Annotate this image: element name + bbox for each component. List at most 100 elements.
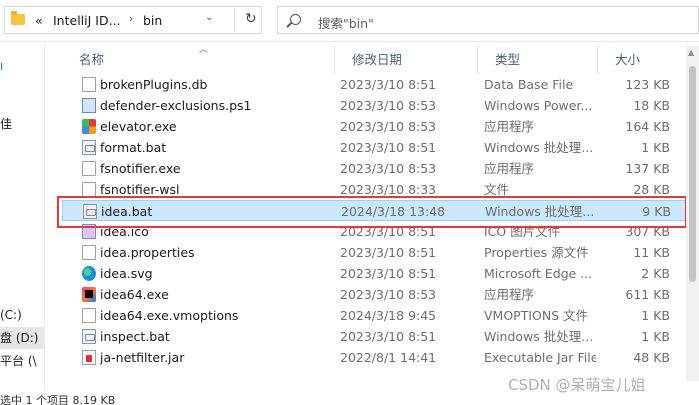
file-row[interactable]: format.bat 2023/3/10 8:51 Windows 批处理... 1 … (62, 137, 687, 158)
file-size: 2 KB (641, 266, 670, 281)
image-file-icon (82, 224, 96, 239)
file-type: 文件 (484, 182, 510, 197)
file-row[interactable]: inspect.bat 2023/3/10 8:51 Windows 批处理... 1… (62, 326, 687, 347)
file-size: 1 KB (641, 140, 670, 155)
file-date: 2023/3/10 8:51 (340, 224, 437, 239)
file-size: 137 KB (625, 161, 670, 176)
scrollbar-thumb[interactable] (689, 66, 696, 282)
file-date: 2023/3/10 8:53 (340, 98, 437, 113)
file-row[interactable]: ja-netfilter.jar 2022/8/1 14:41 Executable… (62, 347, 687, 368)
refresh-icon[interactable]: ↻ (245, 11, 257, 27)
file-row[interactable]: idea.ico 2023/3/10 8:51 ICO 图片文件 307 KB (62, 221, 687, 242)
file-name: idea.bat (101, 204, 153, 219)
file-name: elevator.exe (100, 119, 177, 134)
breadcrumb-overflow[interactable]: « (35, 13, 43, 28)
file-date: 2023/3/10 8:33 (340, 182, 437, 197)
file-row[interactable]: defender-exclusions.ps1 2023/3/10 8:53 Win… (62, 95, 687, 116)
file-row[interactable]: fsnotifier-wsl 2023/3/10 8:33 文件 28 KB (62, 179, 687, 200)
nav-item-drive-c[interactable]: (C:) (0, 304, 44, 326)
address-dropdown-icon[interactable]: ⌄ (205, 12, 213, 23)
file-name: fsnotifier-wsl (100, 182, 180, 197)
file-date: 2023/3/10 8:51 (340, 245, 437, 260)
nav-item-drive-d[interactable]: 盘 (D:) (0, 327, 44, 349)
file-type: Windows 批处理... (485, 204, 595, 219)
file-icon (82, 182, 96, 197)
file-type: Microsoft Edge ... (484, 266, 593, 281)
file-size: 28 KB (633, 182, 670, 197)
file-size: 1 KB (641, 308, 670, 323)
batch-file-icon (83, 204, 97, 219)
file-name: format.bat (100, 140, 167, 155)
file-date: 2022/8/1 14:41 (340, 350, 437, 365)
file-size: 611 KB (625, 287, 670, 302)
file-type: 应用程序 (484, 161, 535, 176)
file-name: fsnotifier.exe (100, 161, 181, 176)
file-row[interactable]: fsnotifier.exe 2023/3/10 8:53 应用程序 137 KB (62, 158, 687, 179)
file-type: Properties 源文件 (484, 245, 589, 260)
file-date: 2024/3/18 9:45 (340, 308, 437, 323)
file-size: 9 KB (642, 204, 671, 219)
file-size: 307 KB (625, 224, 670, 239)
column-header-date[interactable]: 修改日期 (335, 46, 478, 74)
file-name: ja-netfilter.jar (100, 350, 185, 365)
file-date: 2024/3/18 13:48 (341, 204, 446, 219)
file-type: Data Base File (484, 77, 574, 92)
file-name: idea.svg (100, 266, 153, 281)
file-size: 123 KB (625, 77, 670, 92)
file-date: 2023/3/10 8:51 (340, 77, 437, 92)
breadcrumb-chevron-icon[interactable]: › (129, 12, 133, 25)
breadcrumb-intellij[interactable]: IntelliJ ID... (53, 13, 121, 28)
file-row[interactable]: idea.svg 2023/3/10 8:51 Microsoft Edge ...… (62, 263, 687, 284)
file-name: inspect.bat (100, 329, 170, 344)
toolbar: « IntelliJ ID... › bin ⌄ ↻ 搜索"bin" (0, 0, 699, 42)
scroll-up-icon[interactable]: ▲ (688, 48, 694, 57)
search-icon (290, 14, 301, 25)
file-date: 2023/3/10 8:53 (340, 119, 437, 134)
file-row[interactable]: idea64.exe 2023/3/10 8:53 应用程序 611 KB (62, 284, 687, 305)
file-size: 11 KB (633, 245, 670, 260)
file-row[interactable]: idea64.exe.vmoptions 2024/3/18 9:45 VMOPTI… (62, 305, 687, 326)
intellij-idea-icon (82, 287, 96, 302)
status-text: 选中 1 个项目 8.19 KB (0, 394, 116, 405)
file-row[interactable]: idea.properties 2023/3/10 8:51 Properties … (62, 242, 687, 263)
file-row[interactable]: idea.bat 2024/3/18 13:48 Windows 批处理... 9 K… (62, 200, 687, 221)
nav-item-partial[interactable]: 佳 (0, 113, 44, 135)
column-header-size[interactable]: 大小 (598, 46, 687, 74)
file-row[interactable]: brokenPlugins.db 2023/3/10 8:51 Data Base … (62, 74, 687, 95)
file-date: 2023/3/10 8:53 (340, 287, 437, 302)
batch-file-icon (82, 140, 96, 155)
file-icon (82, 245, 96, 260)
jar-file-icon (82, 350, 96, 365)
file-row[interactable]: elevator.exe 2023/3/10 8:53 应用程序 164 KB (62, 116, 687, 137)
file-list: brokenPlugins.db 2023/3/10 8:51 Data Base … (62, 74, 687, 379)
sort-ascending-icon: ︿ (199, 45, 209, 55)
breadcrumb-bin[interactable]: bin (143, 13, 162, 28)
folder-icon (11, 11, 25, 25)
file-type: Executable Jar File (484, 350, 596, 365)
file-name: idea.properties (100, 245, 195, 260)
search-placeholder: 搜索"bin" (318, 16, 374, 31)
file-type: Windows 批处理... (484, 140, 594, 155)
powershell-file-icon (82, 98, 96, 113)
file-name: idea64.exe (100, 287, 169, 302)
file-type: VMOPTIONS 文件 (484, 308, 589, 323)
application-icon (82, 119, 96, 134)
file-size: 164 KB (625, 119, 670, 134)
column-header-row: 名称 ︿ 修改日期 类型 大小 (62, 45, 687, 74)
file-date: 2023/3/10 8:51 (340, 329, 437, 344)
nav-item-quick-access[interactable]: ı (0, 55, 44, 77)
file-name: brokenPlugins.db (100, 77, 208, 92)
file-name: idea64.exe.vmoptions (100, 308, 239, 323)
column-header-type[interactable]: 类型 (478, 46, 598, 74)
watermark: CSDN @呆萌宝儿姐 (508, 376, 646, 394)
file-icon (82, 77, 96, 92)
nav-item-network[interactable]: 平台 (\ (0, 350, 44, 372)
file-date: 2023/3/10 8:53 (340, 161, 437, 176)
file-icon (82, 161, 96, 176)
search-box[interactable]: 搜索"bin" (277, 6, 699, 34)
file-size: 1 KB (641, 329, 670, 344)
address-bar[interactable]: « IntelliJ ID... › bin ⌄ ↻ (4, 6, 262, 34)
vertical-scrollbar[interactable]: ▲ (686, 46, 699, 381)
file-type: ICO 图片文件 (484, 224, 561, 239)
navigation-pane: ı 佳 (C:) 盘 (D:) 平台 (\ (0, 43, 45, 391)
